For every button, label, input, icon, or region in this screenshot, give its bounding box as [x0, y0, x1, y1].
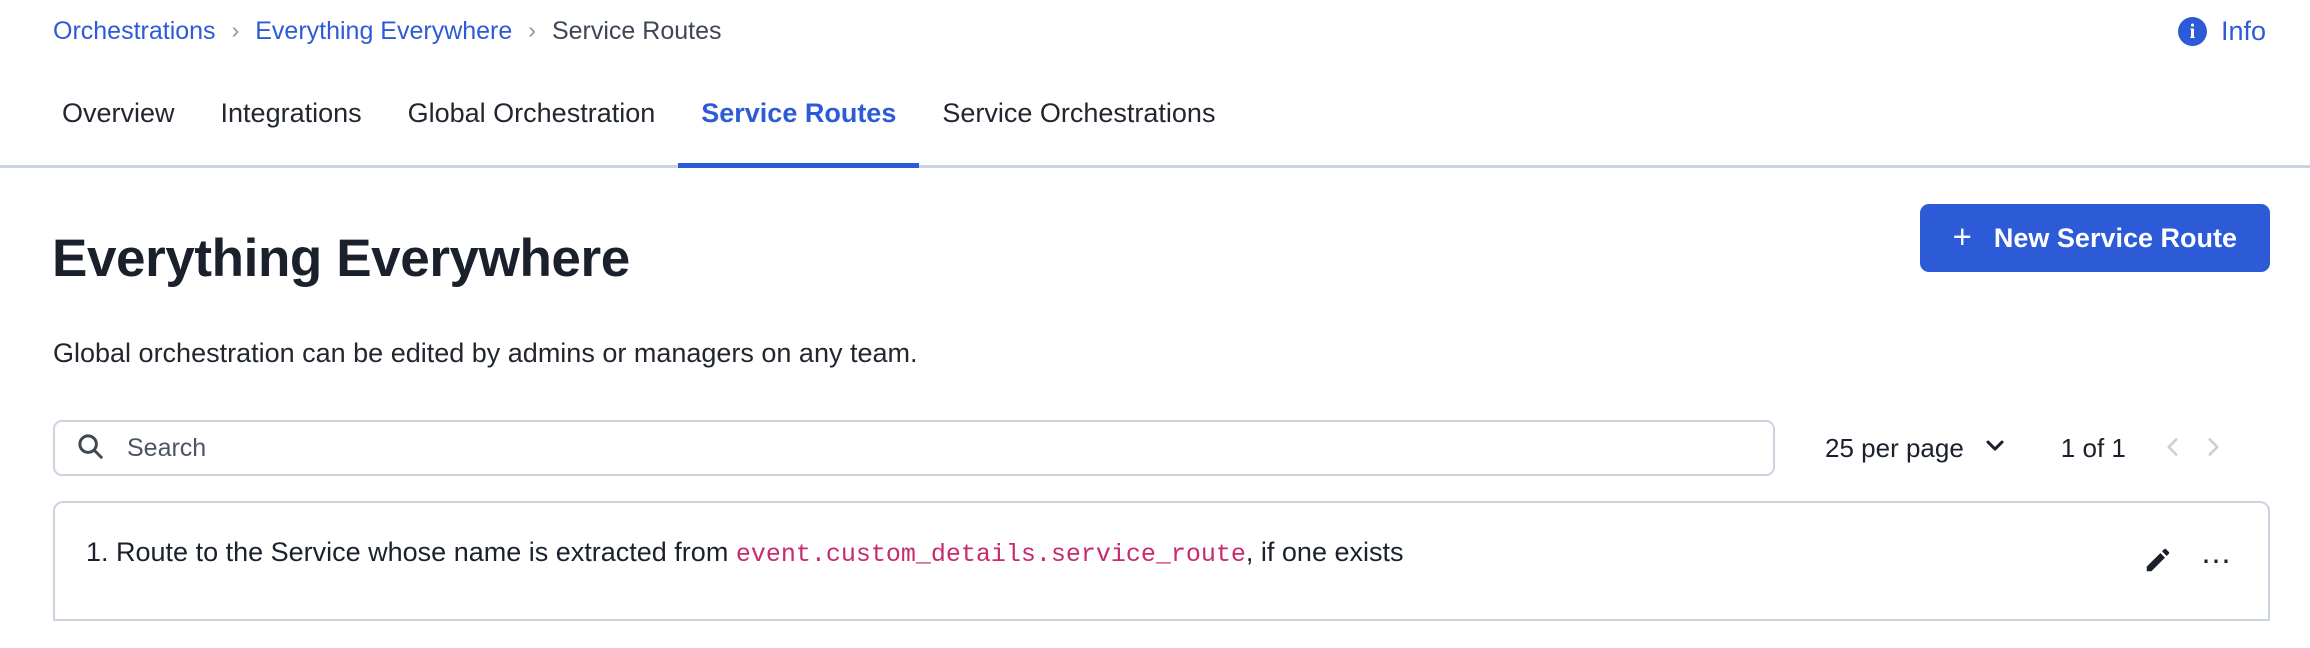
- next-page-button[interactable]: [2196, 430, 2230, 467]
- tab-bar: Overview Integrations Global Orchestrati…: [0, 62, 2310, 168]
- table-row[interactable]: 1. Route to the Service whose name is ex…: [55, 503, 2268, 621]
- previous-page-button[interactable]: [2156, 430, 2190, 467]
- page-subtitle: Global orchestration can be edited by ad…: [53, 338, 918, 368]
- route-text-suffix: , if one exists: [1245, 537, 1404, 567]
- search-box[interactable]: [53, 420, 1775, 476]
- tab-overview[interactable]: Overview: [39, 62, 198, 165]
- route-text-prefix: 1. Route to the Service whose name is ex…: [86, 537, 736, 567]
- route-code-token: event.custom_details.service_route: [735, 540, 1246, 569]
- service-routes-list: 1. Route to the Service whose name is ex…: [53, 501, 2270, 621]
- breadcrumb-bar: Orchestrations › Everything Everywhere ›…: [0, 0, 2310, 62]
- per-page-select[interactable]: 25 per page: [1819, 430, 2015, 467]
- chevron-right-icon: [2200, 434, 2226, 463]
- tab-integrations[interactable]: Integrations: [198, 62, 385, 165]
- pencil-icon: [2143, 545, 2173, 578]
- new-service-route-label: New Service Route: [1993, 222, 2237, 253]
- edit-route-button[interactable]: [2141, 543, 2175, 580]
- plus-icon: +: [1952, 217, 1972, 255]
- route-description: 1. Route to the Service whose name is ex…: [86, 531, 2141, 576]
- breadcrumb-item-everything-everywhere[interactable]: Everything Everywhere: [255, 18, 512, 44]
- search-icon: [75, 431, 105, 466]
- info-circle-icon: i: [2177, 17, 2207, 46]
- pagination-controls: [2156, 430, 2230, 467]
- tab-global-orchestration[interactable]: Global Orchestration: [385, 62, 679, 165]
- per-page-label: 25 per page: [1825, 432, 1964, 463]
- new-service-route-button[interactable]: + New Service Route: [1919, 204, 2270, 272]
- breadcrumb-separator: ›: [231, 16, 240, 43]
- breadcrumb: Orchestrations › Everything Everywhere ›…: [53, 16, 722, 45]
- tab-service-routes[interactable]: Service Routes: [678, 62, 920, 168]
- ellipsis-icon: ⋯: [2201, 544, 2232, 578]
- row-actions: ⋯: [2141, 531, 2234, 580]
- breadcrumb-item-service-routes: Service Routes: [551, 16, 722, 45]
- page-title: Everything Everywhere: [52, 228, 630, 288]
- service-routes-page: Orchestrations › Everything Everywhere ›…: [0, 0, 2310, 648]
- info-button[interactable]: i Info: [2174, 12, 2270, 51]
- list-toolbar: 25 per page 1 of 1: [53, 420, 2270, 476]
- chevron-down-icon: [1981, 431, 2009, 466]
- breadcrumb-item-orchestrations[interactable]: Orchestrations: [53, 18, 216, 44]
- chevron-left-icon: [2160, 434, 2186, 463]
- info-label: Info: [2220, 16, 2266, 46]
- page-count-label: 1 of 1: [2060, 432, 2126, 463]
- breadcrumb-separator: ›: [528, 16, 536, 43]
- tab-service-orchestrations[interactable]: Service Orchestrations: [919, 62, 1238, 165]
- more-options-button[interactable]: ⋯: [2199, 545, 2234, 579]
- search-input[interactable]: [127, 433, 1753, 463]
